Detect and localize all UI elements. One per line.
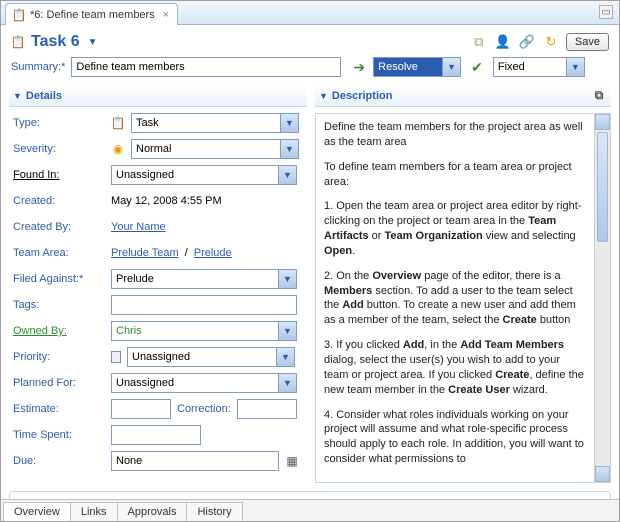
sub-section-placeholder xyxy=(9,491,611,499)
workflow-action-combo[interactable]: Resolve ▼ xyxy=(373,57,461,77)
correction-label: Correction: xyxy=(177,403,231,415)
correction-input[interactable] xyxy=(237,399,297,419)
resolved-check-icon: ✔ xyxy=(471,59,483,76)
estimate-label: Estimate: xyxy=(13,399,103,419)
page-title: Task 6 xyxy=(31,33,80,51)
chevron-down-icon[interactable]: ▼ xyxy=(278,374,296,392)
planned-for-value: Unassigned xyxy=(112,374,278,392)
chevron-down-icon[interactable]: ▼ xyxy=(442,58,460,76)
chevron-down-icon[interactable]: ▼ xyxy=(276,348,294,366)
filed-against-value: Prelude xyxy=(112,270,278,288)
footer-tab-history[interactable]: History xyxy=(186,502,242,521)
footer-tabs: Overview Links Approvals History xyxy=(1,499,619,521)
maximize-section-icon[interactable]: ⧉ xyxy=(591,88,607,104)
planned-for-combo[interactable]: Unassigned ▼ xyxy=(111,373,297,393)
footer-tab-overview[interactable]: Overview xyxy=(3,502,71,521)
created-value: May 12, 2008 4:55 PM xyxy=(111,195,222,207)
severity-value: Normal xyxy=(132,140,280,158)
severity-icon: ◉ xyxy=(111,142,125,156)
task-type-icon: 📋 xyxy=(111,116,125,130)
footer-tab-approvals[interactable]: Approvals xyxy=(117,502,188,521)
chevron-down-icon[interactable]: ▼ xyxy=(280,114,298,132)
created-by-label: Created By: xyxy=(13,217,103,237)
editor-header: 📋 Task 6 ▼ ⧉ 👤 🔗 ↻ Save xyxy=(1,25,619,57)
twisty-icon[interactable]: ▼ xyxy=(319,91,328,101)
refresh-icon[interactable]: ↻ xyxy=(542,33,560,51)
summary-row: Summary:* ➔ Resolve ▼ ✔ Fixed ▼ xyxy=(1,57,619,85)
severity-label: Severity: xyxy=(13,139,103,159)
due-label: Due: xyxy=(13,451,103,471)
filed-against-combo[interactable]: Prelude ▼ xyxy=(111,269,297,289)
chevron-down-icon[interactable]: ▼ xyxy=(278,270,296,288)
link-icon[interactable]: 🔗 xyxy=(518,33,536,51)
team-area-sep: / xyxy=(185,247,188,259)
description-scrollbar[interactable] xyxy=(594,114,610,482)
description-text[interactable]: Define the team members for the project … xyxy=(316,114,594,482)
time-spent-label: Time Spent: xyxy=(13,425,103,445)
action-arrow-icon: ➔ xyxy=(353,59,365,76)
chevron-down-icon[interactable]: ▼ xyxy=(278,322,296,340)
resolution-value: Fixed xyxy=(494,61,566,73)
created-by-link[interactable]: Your Name xyxy=(111,221,166,233)
summary-input[interactable] xyxy=(71,57,341,77)
footer-tab-links[interactable]: Links xyxy=(70,502,118,521)
chevron-down-icon[interactable]: ▼ xyxy=(280,140,298,158)
task-icon: 📋 xyxy=(11,35,25,49)
editor-tabstrip: 📋 *6: Define team members × ▭ xyxy=(1,1,619,25)
type-label: Type: xyxy=(13,113,103,133)
time-spent-input[interactable] xyxy=(111,425,201,445)
tags-label: Tags: xyxy=(13,295,103,315)
tags-input[interactable] xyxy=(111,295,297,315)
priority-label: Priority: xyxy=(13,347,103,367)
description-title: Description xyxy=(332,90,393,102)
planned-for-label: Planned For: xyxy=(13,373,103,393)
task-icon: 📋 xyxy=(12,8,26,22)
summary-label: Summary:* xyxy=(11,61,65,73)
owned-by-combo[interactable]: Chris ▼ xyxy=(111,321,297,341)
found-in-combo[interactable]: Unassigned ▼ xyxy=(111,165,297,185)
copy-id-icon[interactable]: ⧉ xyxy=(470,33,488,51)
found-in-label[interactable]: Found In: xyxy=(13,165,103,185)
assign-icon[interactable]: 👤 xyxy=(494,33,512,51)
priority-combo[interactable]: Unassigned ▼ xyxy=(127,347,295,367)
priority-icon xyxy=(111,351,121,363)
title-menu-caret-icon[interactable]: ▼ xyxy=(88,37,98,48)
owned-by-label[interactable]: Owned By: xyxy=(13,321,103,341)
type-value: Task xyxy=(132,114,280,132)
save-button[interactable]: Save xyxy=(566,33,609,51)
priority-value: Unassigned xyxy=(128,348,276,366)
filed-against-label: Filed Against:* xyxy=(13,269,103,289)
due-input[interactable] xyxy=(111,451,279,471)
details-section-header[interactable]: ▼ Details xyxy=(9,85,307,107)
team-area-link-1[interactable]: Prelude Team xyxy=(111,247,179,259)
twisty-icon[interactable]: ▼ xyxy=(13,91,22,101)
team-area-label: Team Area: xyxy=(13,243,103,263)
severity-combo[interactable]: Normal ▼ xyxy=(131,139,299,159)
estimate-input[interactable] xyxy=(111,399,171,419)
close-tab-icon[interactable]: × xyxy=(163,9,169,21)
owned-by-value: Chris xyxy=(112,322,278,340)
details-title: Details xyxy=(26,90,62,102)
details-form: Type: 📋 Task ▼ Severity: ◉ Normal ▼ xyxy=(9,113,307,471)
workflow-action-value: Resolve xyxy=(374,61,442,73)
chevron-down-icon[interactable]: ▼ xyxy=(566,58,584,76)
scrollbar-thumb[interactable] xyxy=(597,132,608,242)
restore-icon[interactable]: ▭ xyxy=(599,5,613,19)
chevron-down-icon[interactable]: ▼ xyxy=(278,166,296,184)
resolution-combo[interactable]: Fixed ▼ xyxy=(493,57,585,77)
team-area-link-2[interactable]: Prelude xyxy=(194,247,232,259)
created-label: Created: xyxy=(13,191,103,211)
type-combo[interactable]: Task ▼ xyxy=(131,113,299,133)
editor-tab[interactable]: 📋 *6: Define team members × xyxy=(5,3,178,25)
calendar-icon[interactable]: ▦ xyxy=(285,454,299,468)
description-section-header[interactable]: ▼ Description ⧉ xyxy=(315,85,611,107)
found-in-value: Unassigned xyxy=(112,166,278,184)
editor-tab-label: *6: Define team members xyxy=(30,9,155,21)
description-box: Define the team members for the project … xyxy=(315,113,611,483)
